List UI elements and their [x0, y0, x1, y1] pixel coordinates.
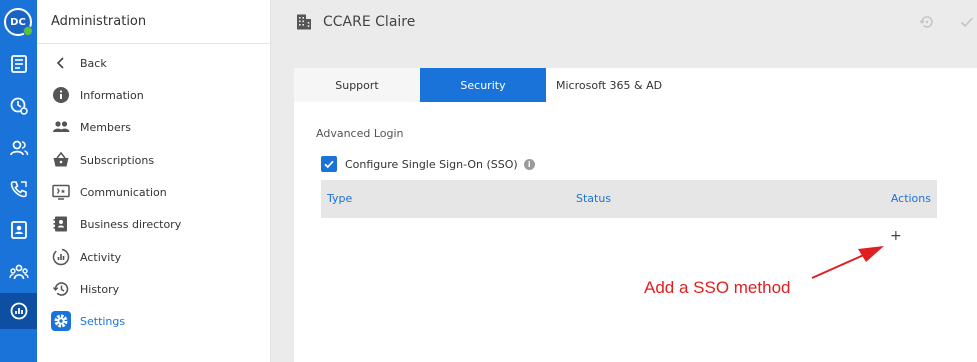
tab-support[interactable]: Support: [294, 68, 420, 102]
app-rail: DC: [0, 0, 37, 362]
header-actions: [917, 12, 977, 32]
rail-item-analytics[interactable]: [0, 293, 37, 329]
check-icon[interactable]: [957, 12, 977, 32]
clock-settings-icon: [10, 97, 28, 115]
groups-icon: [8, 264, 29, 280]
rail-item-contacts[interactable]: [0, 130, 37, 166]
chevron-left-icon: [51, 53, 71, 73]
contact-card-icon: [10, 221, 27, 239]
sidebar-item-label: Information: [80, 88, 144, 102]
sidebar-item-label: Subscriptions: [80, 153, 155, 167]
add-sso-method-button[interactable]: +: [890, 228, 902, 244]
settings-card: Support Security Microsoft 365 & AD Adva…: [294, 68, 977, 362]
page-header: CCARE Claire: [271, 0, 977, 44]
sidebar-item-label: Activity: [80, 250, 122, 264]
rail-item-phone[interactable]: [0, 171, 37, 207]
rail-item-contact-card[interactable]: [0, 212, 37, 248]
sso-checkbox-row: Configure Single Sign-On (SSO) i: [321, 156, 535, 172]
analytics-icon: [10, 302, 27, 320]
tab-label: Security: [460, 78, 506, 92]
tab-microsoft-365-ad[interactable]: Microsoft 365 & AD: [546, 68, 977, 102]
sso-checkbox-label: Configure Single Sign-On (SSO): [345, 157, 518, 171]
sidebar-item-history[interactable]: History: [37, 275, 271, 303]
tab-security[interactable]: Security: [420, 68, 546, 102]
rail-item-groups[interactable]: [0, 254, 37, 290]
tab-label: Microsoft 365 & AD: [556, 78, 663, 92]
sidebar-title: Administration: [51, 14, 147, 29]
sidebar-item-subscriptions[interactable]: Subscriptions: [37, 146, 271, 174]
basket-icon: [51, 150, 71, 170]
admin-sidebar: Administration Back Information Members …: [37, 0, 271, 362]
sidebar-item-label: Communication: [80, 185, 167, 199]
sso-table-header: Type Status Actions: [321, 180, 937, 218]
sidebar-item-label: Members: [80, 120, 131, 134]
phone-icon: [10, 181, 27, 198]
activity-icon: [51, 247, 71, 267]
sidebar-item-information[interactable]: Information: [37, 81, 271, 109]
info-icon: [51, 85, 71, 105]
revert-icon[interactable]: [917, 12, 937, 32]
communication-icon: [51, 182, 71, 202]
sidebar-header: Administration: [37, 0, 270, 44]
members-icon: [51, 117, 71, 137]
column-header-actions: Actions: [890, 192, 931, 205]
page-title: CCARE Claire: [323, 14, 416, 30]
online-status-dot: [23, 26, 33, 36]
sidebar-item-communication[interactable]: Communication: [37, 178, 271, 206]
sidebar-item-label: Back: [80, 56, 107, 70]
sidebar-item-label: Business directory: [80, 217, 182, 231]
column-header-status: Status: [576, 192, 612, 205]
sidebar-item-label: History: [80, 282, 120, 296]
section-title: Advanced Login: [316, 127, 404, 140]
sso-checkbox[interactable]: [321, 156, 337, 172]
contacts-icon: [9, 140, 28, 156]
sidebar-item-settings[interactable]: Settings: [37, 307, 271, 335]
sidebar-item-back[interactable]: Back: [37, 49, 271, 77]
rail-item-news[interactable]: [0, 46, 37, 82]
avatar[interactable]: DC: [4, 8, 33, 36]
column-header-type: Type: [327, 192, 353, 205]
avatar-initials: DC: [10, 16, 26, 28]
sidebar-item-activity[interactable]: Activity: [37, 243, 271, 271]
building-icon: [295, 13, 313, 31]
checkmark-icon: [324, 160, 334, 169]
sidebar-item-label: Settings: [80, 314, 126, 328]
history-icon: [51, 279, 71, 299]
main-panel: CCARE Claire Support Security Microsoft …: [271, 0, 977, 362]
tab-bar: Support Security Microsoft 365 & AD: [294, 68, 977, 102]
info-icon[interactable]: i: [523, 158, 535, 170]
sidebar-item-members[interactable]: Members: [37, 113, 271, 141]
rail-item-schedule[interactable]: [0, 88, 37, 124]
tab-label: Support: [335, 78, 379, 92]
directory-icon: [51, 214, 71, 234]
newspaper-icon: [10, 55, 27, 73]
sidebar-item-business-directory[interactable]: Business directory: [37, 210, 271, 238]
annotation-label: Add a SSO method: [644, 278, 791, 297]
gear-icon: [51, 311, 71, 331]
